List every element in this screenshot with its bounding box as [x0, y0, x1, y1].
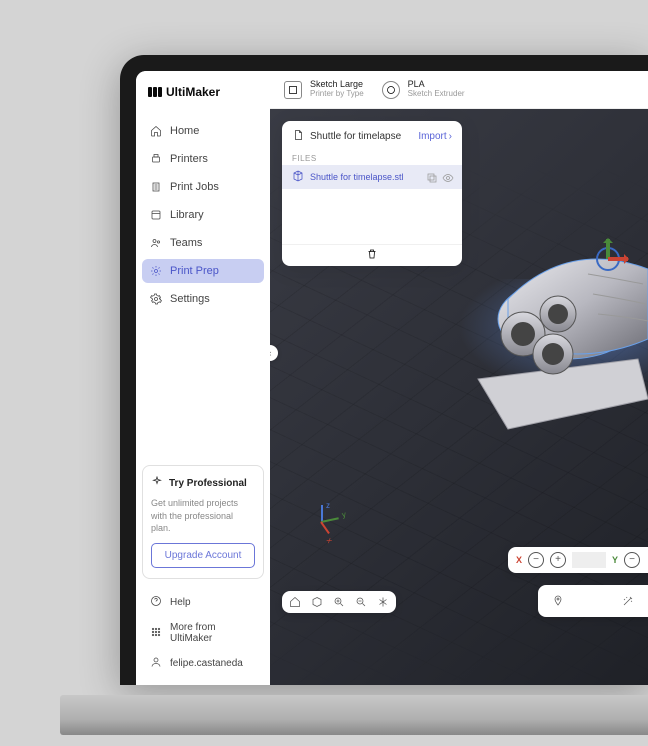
- sidebar-item-print-jobs[interactable]: Print Jobs: [142, 175, 264, 199]
- footer-label: More from UltiMaker: [170, 622, 256, 644]
- sidebar-item-print-prep[interactable]: Print Prep: [142, 259, 264, 283]
- zoom-in-button[interactable]: [332, 595, 346, 609]
- printer-selector[interactable]: Sketch Large Printer by Type: [284, 80, 364, 99]
- grid-icon: [150, 626, 162, 641]
- sidebar-item-settings[interactable]: Settings: [142, 287, 264, 311]
- sparkle-icon: [151, 476, 163, 491]
- printer-type-icon: [284, 81, 302, 99]
- view-cube-button[interactable]: [310, 595, 324, 609]
- project-name: Shuttle for timelapse: [310, 131, 401, 142]
- eye-icon[interactable]: [442, 172, 452, 182]
- sidebar: UltiMaker Home Printers Print Jobs: [136, 71, 270, 685]
- position-toolbar: X − + Y −: [508, 547, 648, 573]
- material-selector[interactable]: PLA Sketch Extruder: [382, 80, 465, 99]
- transform-gizmo[interactable]: [588, 239, 628, 279]
- file-name: Shuttle for timelapse.stl: [310, 172, 404, 182]
- help-link[interactable]: Help: [142, 589, 264, 616]
- jobs-icon: [150, 181, 162, 193]
- main-content: Sketch Large Printer by Type PLA Sketch …: [270, 71, 648, 685]
- view-tools: [282, 591, 396, 613]
- printer-icon: [150, 153, 162, 165]
- upgrade-account-button[interactable]: Upgrade Account: [151, 543, 255, 568]
- cube-icon: [292, 170, 304, 184]
- teams-icon: [150, 237, 162, 249]
- sidebar-item-teams[interactable]: Teams: [142, 231, 264, 255]
- sidebar-item-label: Print Prep: [170, 265, 219, 277]
- magic-wand-icon[interactable]: [618, 591, 638, 611]
- document-icon: [292, 129, 304, 144]
- brand: UltiMaker: [142, 79, 264, 105]
- printer-sub: Printer by Type: [310, 90, 364, 99]
- action-toolbar: [538, 585, 648, 617]
- sidebar-item-label: Teams: [170, 237, 202, 249]
- file-row[interactable]: Shuttle for timelapse.stl: [282, 165, 462, 189]
- axis-y-icon: [321, 517, 339, 523]
- app-window: UltiMaker Home Printers Print Jobs: [136, 71, 648, 685]
- home-view-button[interactable]: [288, 595, 302, 609]
- perspective-button[interactable]: [376, 595, 390, 609]
- model-shuttle[interactable]: [418, 199, 648, 459]
- user-name: felipe.castaneda: [170, 658, 243, 669]
- primary-nav: Home Printers Print Jobs Library: [142, 119, 264, 315]
- print-prep-icon: [150, 265, 162, 277]
- brand-logo-icon: [148, 87, 162, 97]
- gizmo-x-arrow[interactable]: [608, 257, 628, 261]
- sidebar-item-label: Print Jobs: [170, 181, 219, 193]
- duplicate-icon[interactable]: [426, 172, 436, 182]
- axis-x-icon: [320, 521, 330, 534]
- topbar: Sketch Large Printer by Type PLA Sketch …: [270, 71, 648, 109]
- sidebar-item-home[interactable]: Home: [142, 119, 264, 143]
- material-sub: Sketch Extruder: [408, 90, 465, 99]
- more-link[interactable]: More from UltiMaker: [142, 616, 264, 650]
- chevron-right-icon: ›: [449, 131, 452, 142]
- x-coordinate-input[interactable]: [572, 552, 606, 568]
- gizmo-y-arrow[interactable]: [606, 239, 610, 259]
- x-decrement-button[interactable]: −: [528, 552, 544, 568]
- brand-name: UltiMaker: [166, 85, 220, 99]
- sidebar-item-printers[interactable]: Printers: [142, 147, 264, 171]
- zoom-out-button[interactable]: [354, 595, 368, 609]
- sidebar-item-label: Library: [170, 209, 204, 221]
- import-button[interactable]: Import ›: [418, 131, 452, 142]
- sidebar-item-library[interactable]: Library: [142, 203, 264, 227]
- x-increment-button[interactable]: +: [550, 552, 566, 568]
- y-decrement-button[interactable]: −: [624, 552, 640, 568]
- promo-title: Try Professional: [169, 478, 247, 489]
- user-account[interactable]: felipe.castaneda: [142, 650, 264, 677]
- home-icon: [150, 125, 162, 137]
- help-icon: [150, 595, 162, 610]
- viewport-3d[interactable]: Shuttle for timelapse Import › FILES Shu…: [270, 109, 648, 685]
- axis-y-label: Y: [612, 555, 618, 565]
- sidebar-item-label: Printers: [170, 153, 208, 165]
- user-icon: [150, 656, 162, 671]
- pin-icon[interactable]: [548, 591, 568, 611]
- laptop-base: [60, 695, 648, 735]
- upgrade-promo: Try Professional Get unlimited projects …: [142, 465, 264, 579]
- files-heading: FILES: [282, 152, 462, 165]
- trash-icon[interactable]: [366, 247, 378, 265]
- promo-body: Get unlimited projects with the professi…: [151, 497, 255, 535]
- sidebar-item-label: Settings: [170, 293, 210, 305]
- axis-x-label: X: [516, 555, 522, 565]
- axis-origin-indicator: [316, 505, 352, 547]
- material-icon: [382, 81, 400, 99]
- library-icon: [150, 209, 162, 221]
- footer-label: Help: [170, 597, 191, 608]
- sidebar-item-label: Home: [170, 125, 199, 137]
- settings-icon: [150, 293, 162, 305]
